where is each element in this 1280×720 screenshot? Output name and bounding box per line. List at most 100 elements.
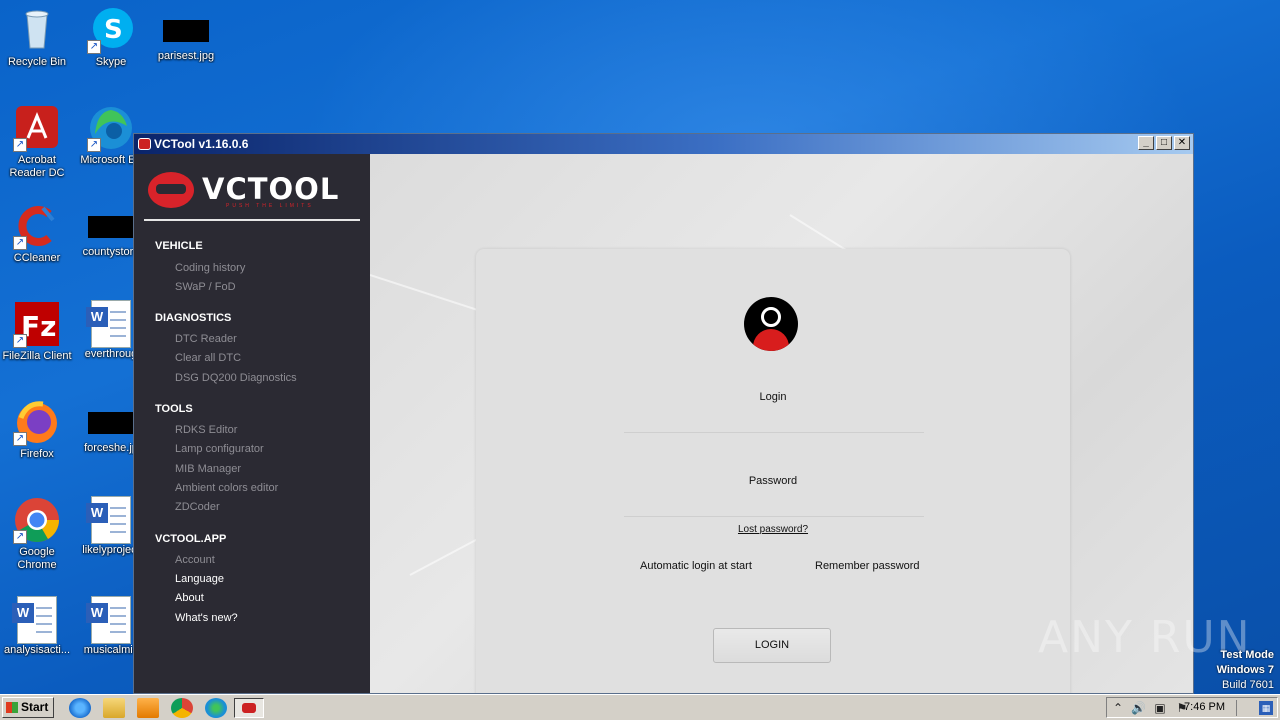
test-mode-label: Test Mode Windows 7 Build 7601 bbox=[1217, 648, 1274, 693]
sidebar-item-whats-new[interactable]: What's new? bbox=[175, 612, 238, 624]
redacted-thumbnail bbox=[88, 216, 134, 238]
sidebar-item-lamp-configurator[interactable]: Lamp configurator bbox=[175, 443, 264, 455]
chrome-icon: ↗ bbox=[13, 496, 61, 544]
sidebar-item-swap-fod[interactable]: SWaP / FoD bbox=[175, 281, 236, 293]
login-underline bbox=[624, 432, 924, 433]
remember-password-checkbox[interactable]: Remember password bbox=[815, 560, 920, 572]
section-vctool-app: VCTOOL.APP bbox=[155, 533, 227, 545]
svg-text:S: S bbox=[104, 15, 123, 45]
desktop-icon-parisest[interactable]: parisest.jpg bbox=[149, 6, 223, 63]
filezilla-icon: Fz ↗ bbox=[13, 300, 61, 348]
desktop-icon-label: FileZilla Client bbox=[2, 350, 72, 362]
sidebar-item-zdcoder[interactable]: ZDCoder bbox=[175, 501, 220, 513]
logo-divider bbox=[144, 219, 360, 221]
sidebar-item-mib-manager[interactable]: MIB Manager bbox=[175, 463, 241, 475]
vctool-app-icon bbox=[138, 138, 151, 150]
windows-flag-icon bbox=[6, 702, 18, 713]
sidebar-item-account[interactable]: Account bbox=[175, 554, 215, 566]
desktop-icon-label: CCleaner bbox=[13, 252, 61, 264]
desktop-icon-label: Acrobat Reader DC bbox=[9, 154, 65, 179]
system-tray: ⌃ 🔊 ▣ ⚑ 7:46 PM ▦ bbox=[1106, 697, 1278, 718]
shortcut-arrow-icon: ↗ bbox=[13, 530, 27, 544]
word-doc-icon: W bbox=[12, 596, 57, 644]
logo-tagline: PUSH THE LIMITS bbox=[226, 203, 314, 209]
desktop-icon-acrobat[interactable]: ↗ Acrobat Reader DC bbox=[0, 104, 74, 180]
shortcut-arrow-icon: ↗ bbox=[13, 236, 27, 250]
lost-password-link[interactable]: Lost password? bbox=[476, 524, 1070, 535]
chrome-taskbar-icon[interactable] bbox=[171, 698, 193, 718]
shortcut-arrow-icon: ↗ bbox=[13, 138, 27, 152]
acrobat-reader-icon: ↗ bbox=[13, 104, 61, 152]
vctool-icon bbox=[242, 703, 256, 713]
desktop-icon-label: Firefox bbox=[20, 448, 54, 460]
start-label: Start bbox=[21, 700, 49, 714]
vctool-logo: VCTOOL PUSH THE LIMITS bbox=[148, 170, 360, 210]
login-input[interactable]: Login bbox=[476, 391, 1070, 403]
sidebar: VCTOOL PUSH THE LIMITS VEHICLE Coding hi… bbox=[134, 154, 370, 693]
desktop-icon-chrome[interactable]: ↗ Google Chrome bbox=[0, 496, 74, 572]
desktop-icon-recycle-bin[interactable]: Recycle Bin bbox=[0, 6, 74, 69]
login-card: Login Password Lost password? Automatic … bbox=[476, 249, 1070, 693]
minimize-button[interactable]: _ bbox=[1138, 136, 1154, 150]
section-vehicle: VEHICLE bbox=[155, 240, 203, 252]
firefox-icon: ↗ bbox=[13, 398, 61, 446]
clock[interactable]: 7:46 PM bbox=[1184, 701, 1225, 713]
start-button[interactable]: Start bbox=[2, 697, 54, 718]
word-doc-icon: W bbox=[86, 300, 131, 348]
password-underline bbox=[624, 516, 924, 517]
explorer-icon[interactable] bbox=[103, 698, 125, 718]
desktop-icon-skype[interactable]: S ↗ Skype bbox=[74, 6, 148, 69]
sidebar-item-dtc-reader[interactable]: DTC Reader bbox=[175, 333, 237, 345]
network-icon[interactable]: ▣ bbox=[1153, 701, 1167, 715]
section-diagnostics: DIAGNOSTICS bbox=[155, 312, 232, 324]
vctool-taskbar-button[interactable] bbox=[234, 698, 264, 718]
auto-login-checkbox[interactable]: Automatic login at start bbox=[640, 560, 752, 572]
sidebar-item-coding-history[interactable]: Coding history bbox=[175, 262, 245, 274]
test-mode-line3: Build 7601 bbox=[1222, 679, 1274, 691]
close-button[interactable]: ✕ bbox=[1174, 136, 1190, 150]
vctool-window: VCTool v1.16.0.6 _ □ ✕ VCTOOL PUSH THE L… bbox=[133, 133, 1194, 694]
desktop-icon-label: Skype bbox=[95, 56, 127, 68]
desktop-icon-ccleaner[interactable]: ↗ CCleaner bbox=[0, 202, 74, 265]
sidebar-item-language[interactable]: Language bbox=[175, 573, 224, 585]
window-controls: _ □ ✕ bbox=[1138, 136, 1190, 150]
word-doc-icon: W bbox=[86, 596, 131, 644]
ie-icon[interactable] bbox=[69, 698, 91, 718]
taskbar: Start ⌃ 🔊 ▣ ⚑ 7:46 PM ▦ bbox=[0, 694, 1280, 720]
desktop-icon-label: parisest.jpg bbox=[157, 50, 215, 62]
sidebar-item-about[interactable]: About bbox=[175, 592, 204, 604]
car-logo-icon bbox=[148, 172, 194, 208]
tray-expand-icon[interactable]: ⌃ bbox=[1111, 701, 1125, 715]
sidebar-item-rdks-editor[interactable]: RDKS Editor bbox=[175, 424, 237, 436]
desktop-icon-label: analysisacti... bbox=[3, 644, 71, 656]
desktop: Recycle Bin ↗ Acrobat Reader DC ↗ CClean… bbox=[0, 0, 1280, 694]
desktop-icon-filezilla[interactable]: Fz ↗ FileZilla Client bbox=[0, 300, 74, 363]
redacted-thumbnail bbox=[163, 20, 209, 42]
media-player-icon[interactable] bbox=[137, 698, 159, 718]
show-desktop-icon[interactable]: ▦ bbox=[1259, 701, 1273, 715]
edge-icon: ↗ bbox=[87, 104, 135, 152]
logo-text: VCTOOL bbox=[202, 172, 340, 206]
shortcut-arrow-icon: ↗ bbox=[87, 40, 101, 54]
maximize-button[interactable]: □ bbox=[1156, 136, 1172, 150]
sidebar-item-ambient-colors[interactable]: Ambient colors editor bbox=[175, 482, 278, 494]
password-input[interactable]: Password bbox=[476, 475, 1070, 487]
skype-icon: S ↗ bbox=[87, 6, 135, 54]
redacted-thumbnail bbox=[88, 412, 134, 434]
section-tools: TOOLS bbox=[155, 403, 193, 415]
recycle-bin-icon bbox=[13, 6, 61, 54]
window-title: VCTool v1.16.0.6 bbox=[154, 137, 249, 151]
sidebar-item-clear-all-dtc[interactable]: Clear all DTC bbox=[175, 352, 241, 364]
user-avatar-icon bbox=[744, 297, 798, 351]
volume-icon[interactable]: 🔊 bbox=[1131, 701, 1146, 715]
login-button[interactable]: LOGIN bbox=[713, 628, 831, 663]
window-titlebar[interactable]: VCTool v1.16.0.6 _ □ ✕ bbox=[134, 134, 1193, 154]
desktop-icon-analysisacti[interactable]: W analysisacti... bbox=[0, 596, 74, 657]
sidebar-item-dsg-dq200[interactable]: DSG DQ200 Diagnostics bbox=[175, 372, 297, 384]
test-mode-line2: Windows 7 bbox=[1216, 664, 1274, 676]
edge-taskbar-icon[interactable] bbox=[205, 698, 227, 718]
ccleaner-icon: ↗ bbox=[13, 202, 61, 250]
shortcut-arrow-icon: ↗ bbox=[87, 138, 101, 152]
desktop-icon-firefox[interactable]: ↗ Firefox bbox=[0, 398, 74, 461]
shortcut-arrow-icon: ↗ bbox=[13, 334, 27, 348]
